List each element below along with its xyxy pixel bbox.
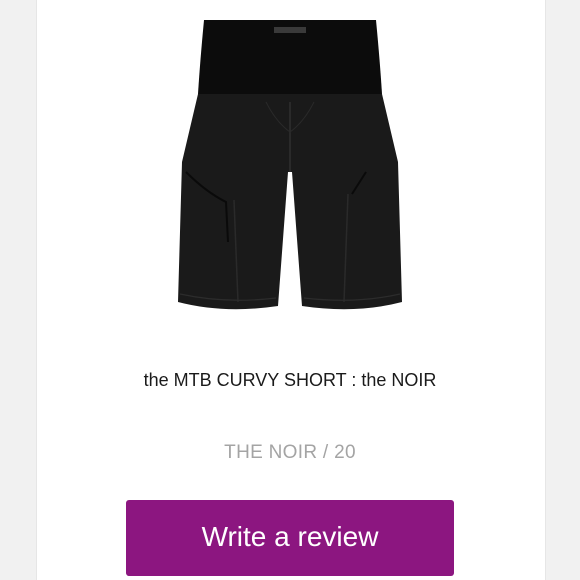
- shorts-image: [178, 20, 402, 310]
- waistband-logo: [274, 27, 306, 33]
- product-variant: THE NOIR / 20: [224, 442, 356, 463]
- product-image: [166, 2, 414, 322]
- product-title: the MTB CURVY SHORT : the NOIR: [143, 370, 437, 390]
- write-review-button[interactable]: Write a review: [126, 500, 454, 576]
